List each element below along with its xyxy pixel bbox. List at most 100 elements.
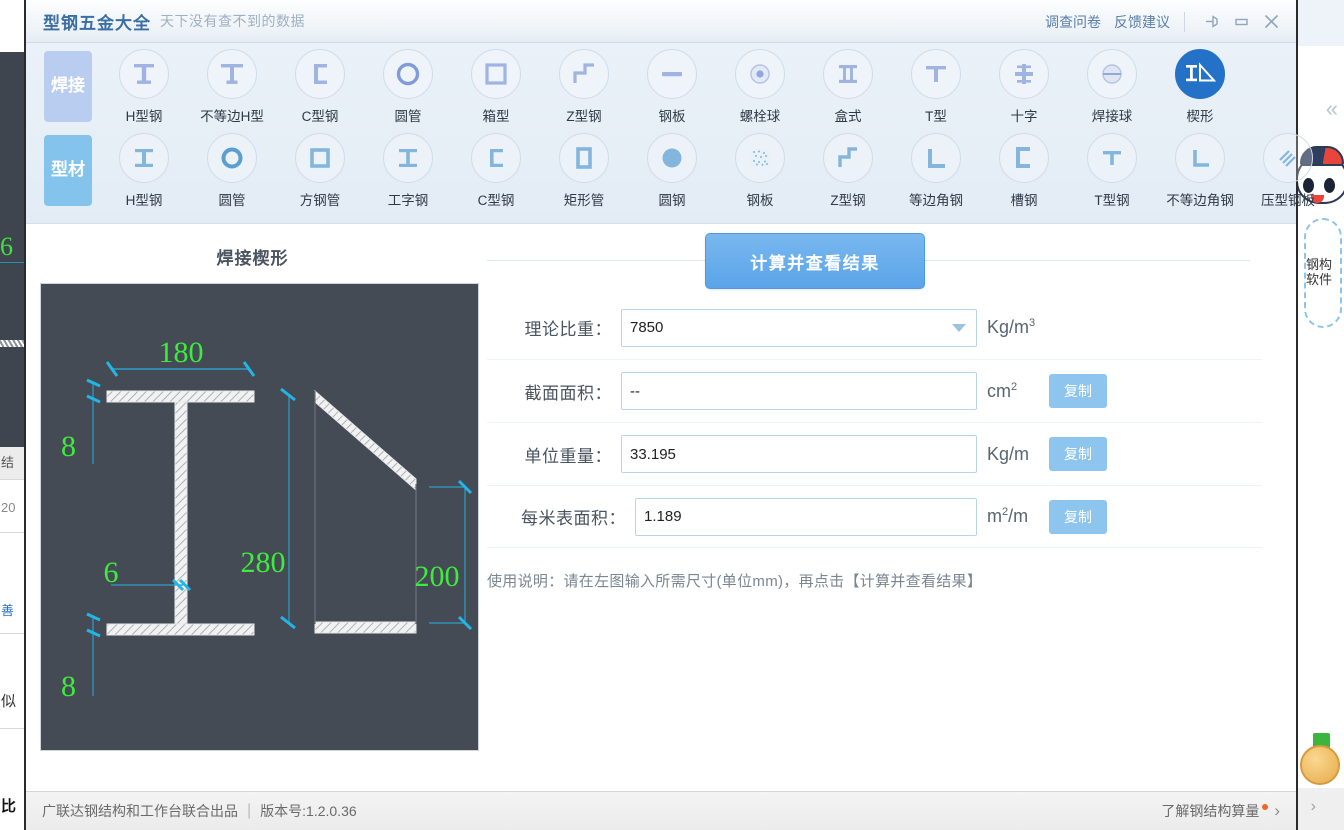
toolbar-item-label: 楔形 (1186, 109, 1214, 124)
footer-learn-link[interactable]: 了解钢结构算量 › (1161, 801, 1280, 821)
feedback-link[interactable]: 反馈建议 (1111, 12, 1173, 32)
close-icon[interactable] (1256, 7, 1286, 37)
collapse-chevron-icon[interactable]: « (1326, 96, 1338, 122)
copy-unit-weight-button[interactable]: 复制 (1049, 437, 1107, 471)
toolbar-item-label: T型 (925, 109, 947, 124)
figure-canvas[interactable]: 180 8 6 8 280 200 (40, 283, 479, 751)
svg-text:180: 180 (159, 336, 204, 369)
section-area-input[interactable]: -- (621, 372, 977, 410)
toolbar-item-z-section[interactable]: Z型钢 (540, 49, 628, 125)
toolbar-item-label: 焊接球 (1091, 109, 1133, 124)
copy-section-area-button[interactable]: 复制 (1049, 374, 1107, 408)
toolbar-item-h-beam[interactable]: H型钢 (100, 49, 188, 125)
toolbar-item-label: 矩形管 (563, 193, 605, 208)
t-beam-icon (1087, 133, 1137, 183)
toolbar-item-i-beam[interactable]: 工字钢 (364, 133, 452, 209)
field-label-surface-area: 每米表面积： (521, 509, 626, 528)
box-section-icon (471, 49, 521, 99)
minimize-icon[interactable] (1226, 7, 1256, 37)
steel-plate-tex-icon (735, 133, 785, 183)
section-area-value: -- (630, 382, 640, 400)
field-row-section-area: 截面面积： -- cm2 复制 (487, 359, 1262, 422)
box-type-icon (823, 49, 873, 99)
toolbar-item-label: 钢板 (658, 109, 686, 124)
bolt-ball-icon (735, 49, 785, 99)
toolbar-item-t-beam[interactable]: T型钢 (1068, 133, 1156, 209)
svg-text:6: 6 (104, 556, 119, 589)
category-tab-profile-label: 型材 (51, 160, 85, 180)
toolbar-item-weld-ball[interactable]: 焊接球 (1068, 49, 1156, 125)
toolbar-item-label: 盒式 (834, 109, 862, 124)
calculate-button[interactable]: 计算并查看结果 (705, 233, 925, 289)
toolbar-item-channel[interactable]: 槽钢 (980, 133, 1068, 209)
svg-text:200: 200 (415, 560, 460, 593)
cross-section-icon (999, 49, 1049, 99)
toolbar-item-label: T型钢 (1094, 193, 1130, 208)
field-unit-section-area: cm2 (987, 380, 1018, 401)
toolbar-item-rect-tube[interactable]: 矩形管 (540, 133, 628, 209)
side-widget-bubble[interactable]: 钢构软件 (1304, 218, 1342, 328)
toolbar-items-profile: H型钢 圆管 方钢管 工字钢 C型钢 矩形管 圆钢 钢板 Z型钢 等边角钢 槽钢… (92, 133, 1332, 209)
pin-icon[interactable] (1196, 7, 1226, 37)
background-hatch-strip (0, 340, 24, 347)
figure-pane: 焊接楔形 180 8 6 8 280 200 (26, 224, 481, 791)
svg-text:8: 8 (61, 670, 76, 703)
background-text-row-3: 善 (1, 603, 15, 618)
toolbar-item-label: 箱型 (482, 109, 510, 124)
toolbar-item-steel-plate-2[interactable]: 钢板 (716, 133, 804, 209)
toolbar-item-bolt-ball[interactable]: 螺栓球 (716, 49, 804, 125)
toolbar-item-c-channel[interactable]: C型钢 (276, 49, 364, 125)
toolbar-item-t-section[interactable]: T型 (892, 49, 980, 125)
background-text-row-5: 比 (1, 798, 17, 815)
category-tab-welded[interactable]: 焊接 (44, 51, 92, 122)
toolbar-item-label: C型钢 (477, 193, 515, 208)
background-divider-3 (0, 633, 24, 634)
category-tab-profile[interactable]: 型材 (44, 135, 92, 206)
steel-plate-icon (647, 49, 697, 99)
footer-version: 版本号:1.2.0.36 (260, 803, 357, 819)
toolbar-item-label: 压型钢板 (1261, 193, 1315, 208)
toolbar-item-label: H型钢 (125, 109, 163, 124)
category-tab-welded-label: 焊接 (51, 76, 85, 96)
unit-weight-input[interactable]: 33.195 (621, 435, 977, 473)
background-right-top (1298, 0, 1344, 46)
background-right-bottom (1298, 788, 1344, 830)
toolbar-item-square-tube[interactable]: 方钢管 (276, 133, 364, 209)
toolbar-item-wedge[interactable]: 楔形 (1156, 49, 1244, 125)
notification-dot-icon (1262, 803, 1269, 810)
channel-icon (999, 133, 1049, 183)
i-beam-icon (383, 133, 433, 183)
toolbar-item-label: Z型钢 (830, 193, 866, 208)
square-tube-icon (295, 133, 345, 183)
footer-learn-link-label: 了解钢结构算量 (1161, 803, 1260, 819)
status-bar: 广联达钢结构和工作台联合出品 | 版本号:1.2.0.36 了解钢结构算量 › (26, 791, 1296, 830)
toolbar-item-z-section-2[interactable]: Z型钢 (804, 133, 892, 209)
footer-producer: 广联达钢结构和工作台联合出品 (42, 803, 238, 819)
surface-area-input[interactable]: 1.189 (635, 497, 977, 536)
toolbar-item-label: 圆管 (394, 109, 422, 124)
toolbar-item-unequal-angle[interactable]: 不等边角钢 (1156, 133, 1244, 209)
toolbar-item-round-pipe-2[interactable]: 圆管 (188, 133, 276, 209)
field-label-unit-weight: 单位重量： (524, 446, 612, 466)
toolbar-item-box-type[interactable]: 盒式 (804, 49, 892, 125)
toolbar-item-cross-section[interactable]: 十字 (980, 49, 1068, 125)
toolbar-item-label: 圆管 (218, 193, 246, 208)
survey-link[interactable]: 调查问卷 (1042, 12, 1104, 32)
toolbar-item-steel-plate[interactable]: 钢板 (628, 49, 716, 125)
round-pipe-icon (207, 133, 257, 183)
toolbar-item-unequal-h[interactable]: 不等边H型 (188, 49, 276, 125)
toolbar-item-label: C型钢 (301, 109, 339, 124)
toolbar-item-h-beam-2[interactable]: H型钢 (100, 133, 188, 209)
toolbar-item-equal-angle[interactable]: 等边角钢 (892, 133, 980, 209)
toolbar-item-box-section[interactable]: 箱型 (452, 49, 540, 125)
field-row-density: 理论比重： 7850 Kg/m3 (487, 296, 1262, 359)
density-select[interactable]: 7850 (621, 308, 977, 347)
t-section-icon (911, 49, 961, 99)
background-text-row-2: 20 (1, 500, 16, 515)
toolbar-item-c-channel-2[interactable]: C型钢 (452, 133, 540, 209)
copy-surface-area-button[interactable]: 复制 (1049, 499, 1107, 534)
toolbar-item-corrugated-plate[interactable]: 压型钢板 (1244, 133, 1332, 209)
toolbar-item-round-pipe[interactable]: 圆管 (364, 49, 452, 125)
toolbar-item-round-bar[interactable]: 圆钢 (628, 133, 716, 209)
toolbar-item-label: 钢板 (746, 193, 774, 208)
